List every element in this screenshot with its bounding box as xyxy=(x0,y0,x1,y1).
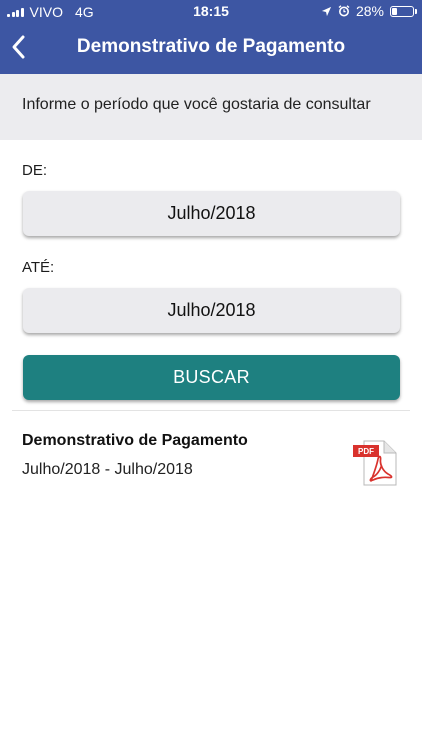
app-header: VIVO 4G 18:15 28% Demonstrativo de Pagam… xyxy=(0,0,422,74)
navigation-bar: Demonstrativo de Pagamento xyxy=(0,22,422,74)
battery-percent: 28% xyxy=(355,3,384,19)
battery-level-fill xyxy=(392,7,397,15)
pdf-badge-label: PDF xyxy=(358,447,374,456)
result-period: Julho/2018 - Julho/2018 xyxy=(22,461,193,478)
location-arrow-icon xyxy=(321,6,332,16)
pdf-icon[interactable]: PDF xyxy=(352,440,398,486)
page-title: Demonstrativo de Pagamento xyxy=(76,36,346,57)
divider xyxy=(12,410,410,411)
battery-icon xyxy=(390,5,417,17)
status-bar: VIVO 4G 18:15 28% xyxy=(0,0,422,22)
result-title: Demonstrativo de Pagamento xyxy=(22,432,248,449)
to-label: ATÉ: xyxy=(22,259,55,276)
instruction-text: Informe o período que você gostaria de c… xyxy=(22,96,371,113)
status-right: 28% xyxy=(321,3,417,19)
instruction-banner: Informe o período que você gostaria de c… xyxy=(0,74,422,140)
alarm-clock-icon xyxy=(338,5,350,17)
search-button[interactable]: BUSCAR xyxy=(23,355,400,400)
from-date-picker[interactable]: Julho/2018 xyxy=(23,191,400,236)
result-item[interactable]: Demonstrativo de Pagamento Julho/2018 - … xyxy=(0,420,422,500)
from-label: DE: xyxy=(22,162,48,179)
to-date-picker[interactable]: Julho/2018 xyxy=(23,288,400,333)
